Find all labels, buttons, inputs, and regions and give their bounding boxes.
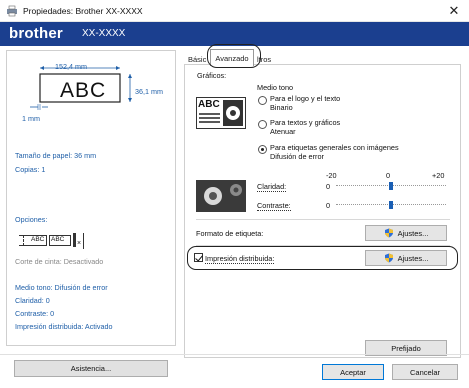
close-button[interactable]: ✕ xyxy=(439,0,469,22)
cut-options-graphic: ABC ABC × xyxy=(19,233,99,249)
scale-mid: 0 xyxy=(386,171,391,180)
cut-marker-icon: × xyxy=(77,240,82,247)
distributed-checkbox[interactable] xyxy=(194,253,203,262)
window-title: Propiedades: Brother XX-XXXX xyxy=(23,6,143,16)
distributed-label: Impresión distribuida: xyxy=(205,254,275,264)
brightness-slider-thumb[interactable] xyxy=(389,182,393,190)
brightness-value: 0 xyxy=(326,182,331,191)
contrast-text: Contraste: 0 xyxy=(15,309,55,318)
brand-logo: brother xyxy=(9,25,63,42)
distributed-text: Impresión distribuida: Activado xyxy=(15,322,113,331)
brightness-slider[interactable] xyxy=(336,182,446,190)
option-text-graphics: Para textos y gráficos xyxy=(270,118,341,127)
halftone-label: Medio tono xyxy=(257,83,294,92)
shield-icon xyxy=(384,253,393,263)
brightness-text: Claridad: 0 xyxy=(15,296,50,305)
contrast-slider[interactable] xyxy=(336,201,446,209)
height-dimension: 36,1 mm xyxy=(135,87,163,96)
radio-logo-text[interactable] xyxy=(258,96,267,105)
label-format-settings-button[interactable]: Ajustes... xyxy=(365,225,447,241)
assistance-button[interactable]: Asistencia... xyxy=(14,360,168,377)
settings-button-label: Ajustes... xyxy=(397,228,429,238)
scale-min: -20 xyxy=(326,171,337,180)
graphic-sample-text: ABC xyxy=(198,99,220,110)
distributed-label-text: Impresión distribuida: xyxy=(205,254,275,264)
option-label-1: ABC xyxy=(31,236,45,243)
option-logo-subtext: Binario xyxy=(270,103,293,112)
radio-general-labels[interactable] xyxy=(258,145,267,154)
cut-text: Corte de cinta: Desactivado xyxy=(15,257,104,266)
paper-size-text: Tamaño de papel: 36 mm xyxy=(15,151,97,160)
preview-label-text: ABC xyxy=(60,79,107,102)
graphics-label: Gráficos: xyxy=(197,71,227,80)
margin-dimension: 1 mm xyxy=(22,114,40,123)
copies-text: Copias: 1 xyxy=(15,165,46,174)
contrast-label: Contraste: xyxy=(257,201,291,211)
accept-button[interactable]: Aceptar xyxy=(322,364,384,380)
radio-text-graphics[interactable] xyxy=(258,120,267,129)
brand-banner: brother XX-XXXX xyxy=(0,22,469,46)
printer-icon xyxy=(7,5,17,17)
brightness-label: Claridad: xyxy=(257,182,287,192)
label-format-label: Formato de etiqueta: xyxy=(196,229,264,238)
contrast-value: 0 xyxy=(326,201,331,210)
option-text-graphics-subtext: Atenuar xyxy=(270,127,296,136)
option-logo-text: Para el logo y el texto xyxy=(270,94,341,103)
cancel-button[interactable]: Cancelar xyxy=(392,364,458,380)
close-icon: ✕ xyxy=(448,3,460,18)
shield-icon xyxy=(384,228,393,238)
title-bar: Propiedades: Brother XX-XXXX ✕ xyxy=(0,0,469,22)
contrast-label-text: Contraste: xyxy=(257,201,291,211)
contrast-slider-thumb[interactable] xyxy=(389,201,393,209)
options-title: Opciones: xyxy=(15,215,48,224)
photo-sample-icon xyxy=(196,180,246,212)
scale-max: +20 xyxy=(432,171,445,180)
halftone-text: Medio tono: Difusión de error xyxy=(15,283,108,292)
tab-highlight-circle xyxy=(207,44,261,68)
brightness-label-text: Claridad: xyxy=(257,182,287,192)
settings-button-label: Ajustes... xyxy=(397,253,429,263)
model-name: XX-XXXX xyxy=(82,28,126,39)
distributed-settings-button[interactable]: Ajustes... xyxy=(365,250,447,266)
width-dimension: 152,4 mm xyxy=(55,62,87,71)
option-general-labels: Para etiquetas generales con imágenes xyxy=(270,143,399,152)
option-label-2: ABC xyxy=(51,236,65,243)
option-general-labels-subtext: Difusión de error xyxy=(270,152,324,161)
